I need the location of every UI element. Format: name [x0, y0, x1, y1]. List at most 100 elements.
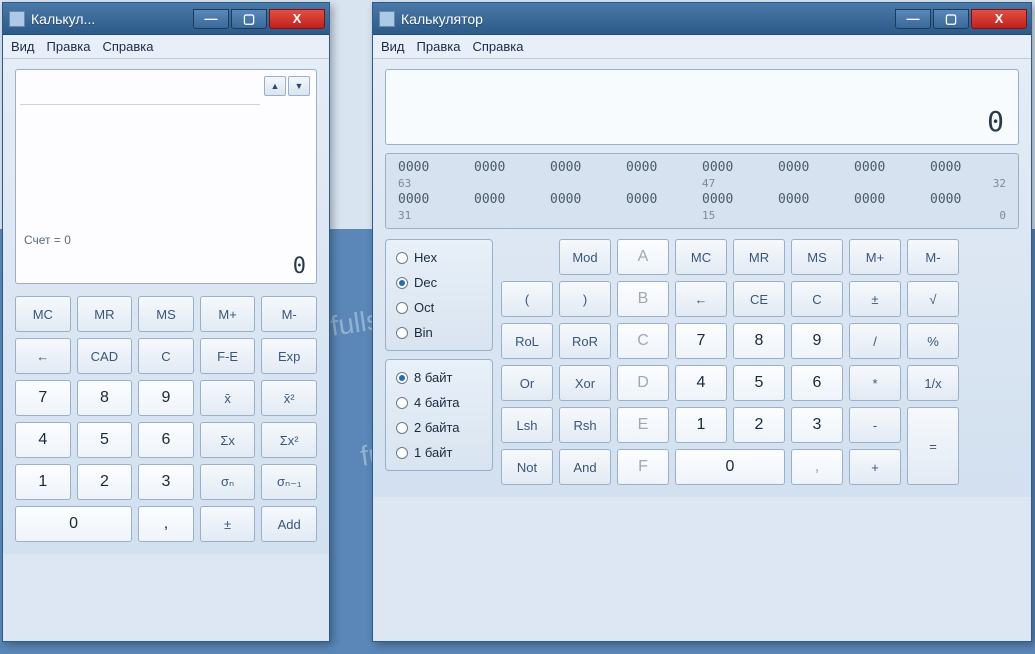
- radix-group: Hex Dec Oct Bin: [385, 239, 493, 351]
- rol-button[interactable]: RoL: [501, 323, 553, 359]
- radix-dec[interactable]: Dec: [396, 275, 482, 290]
- menu-help[interactable]: Справка: [472, 39, 523, 54]
- lparen-button[interactable]: (: [501, 281, 553, 317]
- and-button[interactable]: And: [559, 449, 611, 485]
- mod-button[interactable]: Mod: [559, 239, 611, 275]
- digit-4-button[interactable]: 4: [15, 422, 71, 458]
- percent-button[interactable]: %: [907, 323, 959, 359]
- mc-button[interactable]: MC: [675, 239, 727, 275]
- add-button[interactable]: Add: [261, 506, 317, 542]
- minus-button[interactable]: -: [849, 407, 901, 443]
- digit-5-button[interactable]: 5: [77, 422, 133, 458]
- sigma-n-button[interactable]: σₙ: [200, 464, 256, 500]
- cad-button[interactable]: CAD: [77, 338, 133, 374]
- scroll-down-button[interactable]: ▼: [288, 76, 310, 96]
- c-button[interactable]: C: [791, 281, 843, 317]
- menu-view[interactable]: Вид: [11, 39, 35, 54]
- decimal-button[interactable]: ,: [138, 506, 194, 542]
- not-button[interactable]: Not: [501, 449, 553, 485]
- hex-a-button[interactable]: A: [617, 239, 669, 275]
- digit-7-button[interactable]: 7: [15, 380, 71, 416]
- radix-hex[interactable]: Hex: [396, 250, 482, 265]
- maximize-button[interactable]: ▢: [231, 9, 267, 29]
- c-button[interactable]: C: [138, 338, 194, 374]
- digit-9-button[interactable]: 9: [791, 323, 843, 359]
- digit-3-button[interactable]: 3: [791, 407, 843, 443]
- digit-6-button[interactable]: 6: [791, 365, 843, 401]
- mean-sq-button[interactable]: x̄²: [261, 380, 317, 416]
- ce-button[interactable]: CE: [733, 281, 785, 317]
- menu-help[interactable]: Справка: [102, 39, 153, 54]
- menu-edit[interactable]: Правка: [417, 39, 461, 54]
- close-button[interactable]: X: [971, 9, 1027, 29]
- width-1byte[interactable]: 1 байт: [396, 445, 482, 460]
- width-8byte[interactable]: 8 байт: [396, 370, 482, 385]
- minimize-button[interactable]: —: [895, 9, 931, 29]
- xor-button[interactable]: Xor: [559, 365, 611, 401]
- rsh-button[interactable]: Rsh: [559, 407, 611, 443]
- ms-button[interactable]: MS: [791, 239, 843, 275]
- digit-2-button[interactable]: 2: [733, 407, 785, 443]
- mc-button[interactable]: MC: [15, 296, 71, 332]
- hex-c-button[interactable]: C: [617, 323, 669, 359]
- backspace-button[interactable]: ←: [15, 338, 71, 374]
- plus-button[interactable]: +: [849, 449, 901, 485]
- menu-edit[interactable]: Правка: [47, 39, 91, 54]
- digit-7-button[interactable]: 7: [675, 323, 727, 359]
- ms-button[interactable]: MS: [138, 296, 194, 332]
- sum-x-button[interactable]: Σx: [200, 422, 256, 458]
- sum-x2-button[interactable]: Σx²: [261, 422, 317, 458]
- minimize-button[interactable]: —: [193, 9, 229, 29]
- fe-button[interactable]: F-E: [200, 338, 256, 374]
- plusminus-button[interactable]: ±: [849, 281, 901, 317]
- digit-0-button[interactable]: 0: [15, 506, 132, 542]
- exp-button[interactable]: Exp: [261, 338, 317, 374]
- hex-d-button[interactable]: D: [617, 365, 669, 401]
- digit-9-button[interactable]: 9: [138, 380, 194, 416]
- multiply-button[interactable]: *: [849, 365, 901, 401]
- mplus-button[interactable]: M+: [200, 296, 256, 332]
- mr-button[interactable]: MR: [733, 239, 785, 275]
- ror-button[interactable]: RoR: [559, 323, 611, 359]
- width-4byte[interactable]: 4 байта: [396, 395, 482, 410]
- plusminus-button[interactable]: ±: [200, 506, 256, 542]
- equals-button[interactable]: =: [907, 407, 959, 485]
- width-2byte[interactable]: 2 байта: [396, 420, 482, 435]
- digit-8-button[interactable]: 8: [733, 323, 785, 359]
- scroll-up-button[interactable]: ▲: [264, 76, 286, 96]
- calculator-icon: [9, 11, 25, 27]
- decimal-button[interactable]: ,: [791, 449, 843, 485]
- sqrt-button[interactable]: √: [907, 281, 959, 317]
- titlebar[interactable]: Калькул... — ▢ X: [3, 3, 329, 35]
- mminus-button[interactable]: M-: [261, 296, 317, 332]
- digit-3-button[interactable]: 3: [138, 464, 194, 500]
- radix-oct[interactable]: Oct: [396, 300, 482, 315]
- digit-0-button[interactable]: 0: [675, 449, 785, 485]
- hex-f-button[interactable]: F: [617, 449, 669, 485]
- menu-view[interactable]: Вид: [381, 39, 405, 54]
- digit-6-button[interactable]: 6: [138, 422, 194, 458]
- mr-button[interactable]: MR: [77, 296, 133, 332]
- lsh-button[interactable]: Lsh: [501, 407, 553, 443]
- reciprocal-button[interactable]: 1/x: [907, 365, 959, 401]
- maximize-button[interactable]: ▢: [933, 9, 969, 29]
- digit-2-button[interactable]: 2: [77, 464, 133, 500]
- mean-button[interactable]: x̄: [200, 380, 256, 416]
- rparen-button[interactable]: ): [559, 281, 611, 317]
- hex-e-button[interactable]: E: [617, 407, 669, 443]
- divide-button[interactable]: /: [849, 323, 901, 359]
- mminus-button[interactable]: M-: [907, 239, 959, 275]
- sigma-n1-button[interactable]: σₙ₋₁: [261, 464, 317, 500]
- hex-b-button[interactable]: B: [617, 281, 669, 317]
- digit-4-button[interactable]: 4: [675, 365, 727, 401]
- radix-bin[interactable]: Bin: [396, 325, 482, 340]
- digit-1-button[interactable]: 1: [675, 407, 727, 443]
- titlebar[interactable]: Калькулятор — ▢ X: [373, 3, 1031, 35]
- or-button[interactable]: Or: [501, 365, 553, 401]
- mplus-button[interactable]: M+: [849, 239, 901, 275]
- close-button[interactable]: X: [269, 9, 325, 29]
- digit-1-button[interactable]: 1: [15, 464, 71, 500]
- digit-8-button[interactable]: 8: [77, 380, 133, 416]
- backspace-button[interactable]: ←: [675, 281, 727, 317]
- digit-5-button[interactable]: 5: [733, 365, 785, 401]
